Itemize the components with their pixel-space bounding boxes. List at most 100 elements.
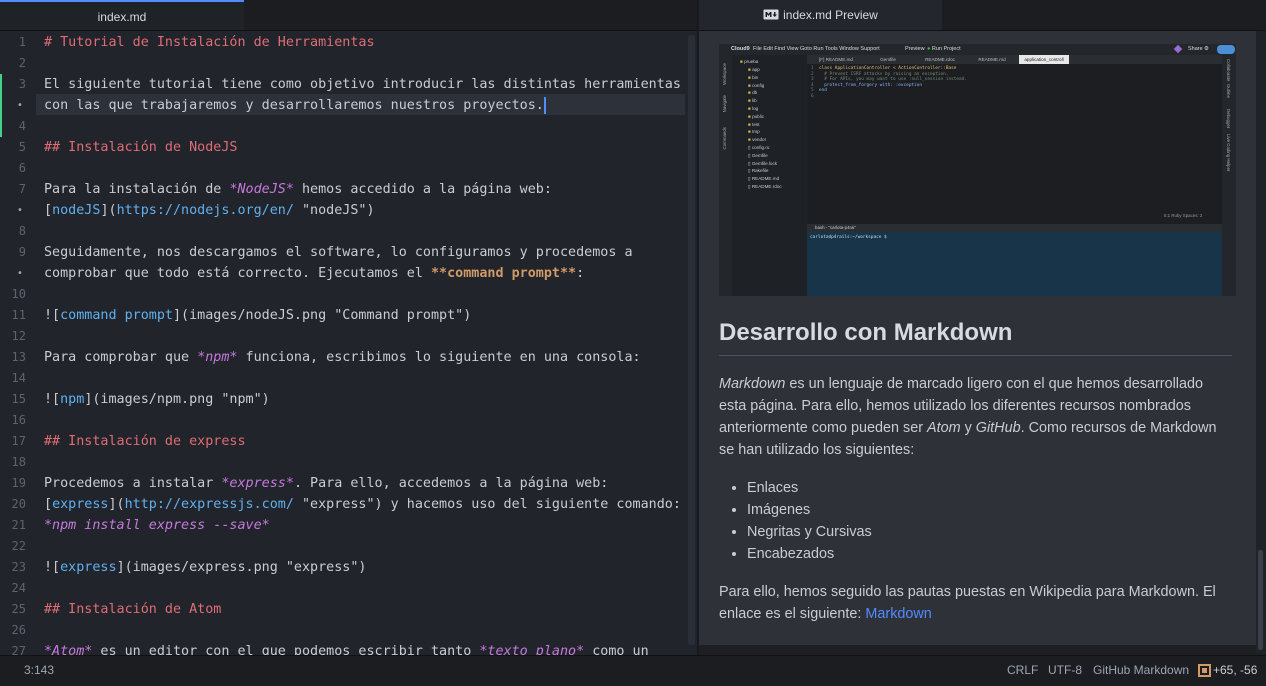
line-number: 4: [18, 119, 26, 133]
c9-code: 1 class ApplicationController < ActionCo…: [807, 64, 1222, 224]
c9-tab: README.rdoc: [925, 57, 955, 62]
line-number: 16: [11, 413, 26, 427]
c9-menu: File Edit Find View Goto Run Tools Windo…: [753, 46, 880, 52]
git-diff-status[interactable]: +65, -56: [1198, 656, 1257, 685]
preview-heading: Desarrollo con Markdown: [719, 319, 1232, 356]
line-number: 18: [11, 455, 26, 469]
list-item: Negritas y Cursivas: [747, 521, 1227, 543]
markdown-editor[interactable]: 1 2 3 • 4 5 6 7 • 8 9 • 10 11 12 13 14 15 16 17 18 19 20 21 22 23…: [0, 31, 697, 655]
code-line[interactable]: Para la instalación de *NodeJS* hemos ac…: [44, 179, 552, 200]
line-number: 13: [11, 350, 26, 364]
tab-label: index.md: [97, 10, 147, 24]
c9-code-line: 1 class ApplicationController < ActionCo…: [811, 66, 957, 71]
code-line[interactable]: ## Instalación de Atom: [44, 599, 221, 620]
cursor-position[interactable]: 3:143: [24, 656, 54, 685]
code-line[interactable]: [nodeJS](https://nodejs.org/en/ "nodeJS"…: [44, 200, 375, 221]
tab-preview[interactable]: index.md Preview: [699, 0, 942, 30]
c9-run-button: ● Run Project: [927, 46, 961, 52]
c9-tree-item: ■ app: [748, 67, 760, 72]
line-number: 17: [11, 434, 26, 448]
text-cursor: [543, 96, 546, 114]
c9-app-name: Cloud9: [731, 46, 750, 52]
c9-tree-item: ■ db: [748, 90, 758, 96]
c9-tree-item: ▯ README.rdoc: [748, 184, 782, 189]
c9-terminal-tab: bash - "carlota-p4rai": [807, 224, 1222, 232]
line-number: 9: [18, 245, 26, 259]
soft-wrap-indicator: •: [17, 205, 23, 216]
c9-share-button: Share: [1188, 46, 1203, 52]
line-number: 5: [18, 140, 26, 154]
c9-tree-item: ■ config: [748, 82, 765, 88]
tab-index-md[interactable]: index.md: [0, 0, 244, 30]
c9-right-label: Outline: [1226, 84, 1231, 98]
code-line[interactable]: ![express](images/express.png "express"): [44, 557, 366, 578]
line-number: 12: [11, 329, 26, 343]
code-line[interactable]: [express](http://expressjs.com/ "express…: [44, 494, 681, 515]
line-number: 14: [11, 371, 26, 385]
code-line[interactable]: Seguidamente, nos descargamos el softwar…: [44, 242, 633, 263]
code-line[interactable]: con las que trabajaremos y desarrollarem…: [44, 95, 546, 116]
line-ending[interactable]: CRLF: [1007, 656, 1038, 685]
line-number: 19: [11, 476, 26, 490]
c9-tree-item: ■ log: [748, 106, 759, 111]
c9-code-line: 2 # Prevent CSRF attacks by raising an e…: [811, 71, 949, 77]
markdown-icon: [763, 1, 779, 31]
code-line[interactable]: El siguiente tutorial tiene como objetiv…: [44, 74, 681, 95]
c9-tree-root: ■ prueba: [740, 59, 759, 64]
code-line[interactable]: # Tutorial de Instalación de Herramienta…: [44, 32, 375, 53]
c9-tree-item: ▯ Gemfile: [748, 152, 768, 158]
c9-code-line: 6: [811, 93, 819, 99]
line-number: 26: [11, 623, 26, 637]
line-number: 3: [18, 77, 26, 91]
code-line[interactable]: comprobar que todo está correcto. Ejecut…: [44, 263, 584, 284]
soft-wrap-indicator: •: [17, 268, 23, 279]
list-item: Imágenes: [747, 499, 1227, 521]
c9-preview-button: Preview: [905, 46, 925, 52]
c9-side-label: Commands: [722, 127, 727, 150]
cloud9-screenshot-image: Cloud9 File Edit Find View Goto Run Tool…: [719, 44, 1236, 296]
code-line[interactable]: *Atom* es un editor con el que podemos e…: [44, 641, 649, 655]
file-encoding[interactable]: UTF-8: [1048, 656, 1082, 685]
c9-gear-icon: ⚙: [1204, 46, 1209, 52]
editor-scrollbar[interactable]: [688, 35, 695, 645]
c9-right-label: Debugger: [1226, 109, 1231, 129]
preview-paragraph-2: Para ello, hemos seguido las pautas pues…: [719, 584, 1216, 622]
c9-tree-item: ■ public: [748, 113, 765, 119]
list-item: Enlaces: [747, 477, 1227, 499]
line-number: 7: [18, 182, 26, 196]
c9-code-line: 5 end: [811, 88, 827, 93]
c9-side-label: Workspace: [722, 63, 727, 85]
c9-tree-item: ▯ config.ru: [748, 145, 770, 150]
code-line[interactable]: Para comprobar que *npm* funciona, escri…: [44, 347, 641, 368]
line-number: 2: [18, 56, 26, 70]
git-added-marker: [0, 95, 2, 137]
c9-right-label: Live Coding Helper: [1226, 134, 1231, 172]
line-number: 27: [11, 644, 26, 655]
markdown-link[interactable]: Markdown: [865, 606, 931, 622]
git-diff-icon: [1198, 664, 1211, 678]
line-number: 10: [11, 287, 26, 301]
preview-paragraph-1: Markdown es un lenguaje de marcado liger…: [719, 376, 1217, 458]
code-line[interactable]: *npm install express --save*: [44, 515, 270, 536]
preview-scrollbar-thumb[interactable]: [1258, 550, 1263, 650]
c9-statusline: 5:1 Ruby Spaces: 2: [1164, 213, 1203, 218]
code-line[interactable]: ## Instalación de express: [44, 431, 246, 452]
git-added-marker: [0, 74, 2, 95]
line-number: 15: [11, 392, 26, 406]
c9-tree-item: ■ test: [748, 121, 760, 127]
code-line[interactable]: Procedemos a instalar *express*. Para el…: [44, 473, 608, 494]
c9-tree-item: ▯ Rakefile: [748, 168, 769, 174]
c9-right-label: Collaborate: [1226, 59, 1231, 82]
code-line[interactable]: ## Instalación de NodeJS: [44, 137, 237, 158]
c9-terminal: carlotadp4rails:~/workspace $: [807, 232, 1222, 296]
code-line[interactable]: ![npm](images/npm.png "npm"): [44, 389, 270, 410]
line-number: 22: [11, 539, 26, 553]
c9-code-line: 4 protect_from_forgery with: :exception: [811, 82, 923, 88]
code-line[interactable]: ![command prompt](images/nodeJS.png "Com…: [44, 305, 471, 326]
preview-scrollbar[interactable]: [1256, 31, 1266, 655]
markdown-preview: Cloud9 File Edit Find View Goto Run Tool…: [699, 31, 1256, 645]
line-number: 20: [11, 497, 26, 511]
editor-tab-bar: index.md: [0, 0, 697, 31]
grammar-selector[interactable]: GitHub Markdown: [1093, 656, 1189, 685]
line-number: 8: [18, 224, 26, 238]
